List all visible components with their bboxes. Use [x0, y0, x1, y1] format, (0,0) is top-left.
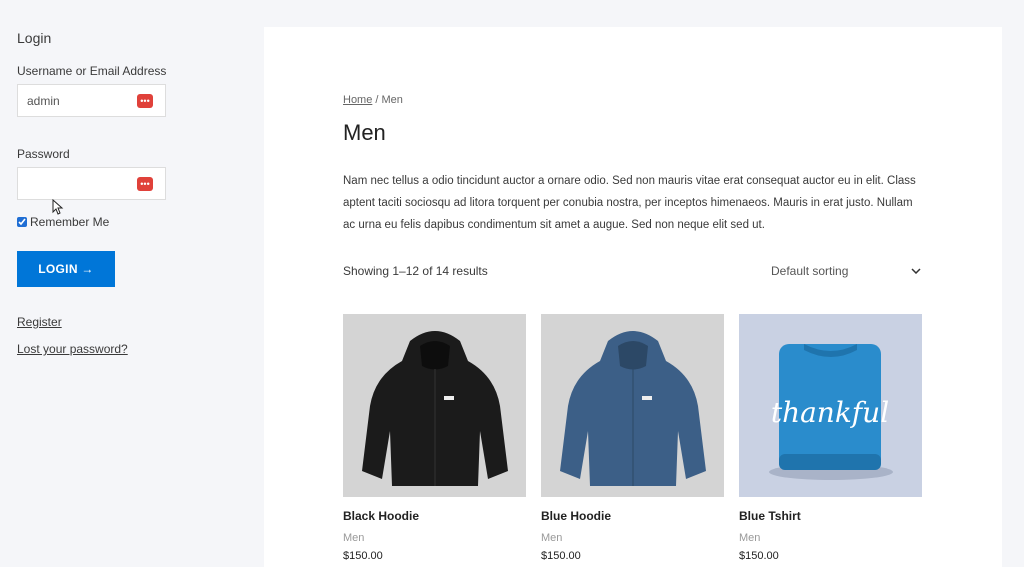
- product-category: Men: [343, 532, 365, 544]
- product-category: Men: [541, 532, 563, 544]
- breadcrumb-current: Men: [381, 94, 403, 106]
- product-price: $150.00: [343, 550, 383, 562]
- breadcrumb: Home / Men: [343, 94, 921, 106]
- product-image-black-hoodie[interactable]: [343, 314, 526, 497]
- login-widget-title: Login: [17, 30, 52, 46]
- product-name[interactable]: Blue Hoodie: [541, 509, 724, 523]
- remember-me-label[interactable]: Remember Me: [30, 215, 109, 229]
- password-field-wrapper: •••: [17, 167, 166, 200]
- result-count: Showing 1–12 of 14 results: [343, 264, 488, 278]
- tshirt-print-text: thankful: [771, 396, 889, 429]
- product-grid: Black Hoodie Men $150.00 Blue Hoodie Men…: [343, 314, 922, 562]
- breadcrumb-separator: /: [372, 94, 382, 106]
- product-card[interactable]: Black Hoodie Men $150.00: [343, 314, 526, 562]
- page-title: Men: [343, 120, 386, 145]
- product-price: $150.00: [739, 550, 779, 562]
- username-field-wrapper: •••: [17, 84, 166, 117]
- login-button[interactable]: LOGIN →: [17, 251, 115, 287]
- shop-toolbar: Showing 1–12 of 14 results Default sorti…: [343, 264, 921, 278]
- product-name[interactable]: Blue Tshirt: [739, 509, 922, 523]
- product-card[interactable]: thankful Blue Tshirt Men $150.00: [739, 314, 922, 562]
- login-widget: Login Username or Email Address ••• Pass…: [17, 28, 177, 369]
- shop-archive: Home / Men Men Nam nec tellus a odio tin…: [343, 94, 922, 562]
- remember-me: Remember Me: [17, 215, 177, 229]
- password-label: Password: [17, 147, 70, 161]
- username-label: Username or Email Address: [17, 64, 167, 78]
- tshirt-image: thankful: [769, 344, 893, 480]
- hoodie-image: [559, 330, 706, 486]
- password-manager-icon[interactable]: •••: [137, 177, 153, 191]
- product-price: $150.00: [541, 550, 581, 562]
- password-manager-icon[interactable]: •••: [137, 94, 153, 108]
- category-description: Nam nec tellus a odio tincidunt auctor a…: [343, 175, 916, 231]
- mouse-cursor-icon: [52, 198, 64, 220]
- chevron-down-icon: [911, 268, 921, 274]
- sort-select[interactable]: Default sorting: [771, 264, 921, 278]
- hoodie-image: [361, 330, 508, 486]
- breadcrumb-home[interactable]: Home: [343, 94, 372, 106]
- account-links: Register Lost your password?: [17, 315, 177, 356]
- main-content: Home / Men Men Nam nec tellus a odio tin…: [264, 27, 1002, 567]
- sort-selected-value: Default sorting: [771, 264, 849, 278]
- register-link[interactable]: Register: [17, 315, 177, 329]
- remember-me-checkbox[interactable]: [17, 217, 27, 227]
- lost-password-link[interactable]: Lost your password?: [17, 342, 177, 356]
- product-card[interactable]: Blue Hoodie Men $150.00: [541, 314, 724, 562]
- product-name[interactable]: Black Hoodie: [343, 509, 526, 523]
- product-category: Men: [739, 532, 761, 544]
- product-image-blue-tshirt[interactable]: thankful: [739, 314, 922, 497]
- product-image-blue-hoodie[interactable]: [541, 314, 724, 497]
